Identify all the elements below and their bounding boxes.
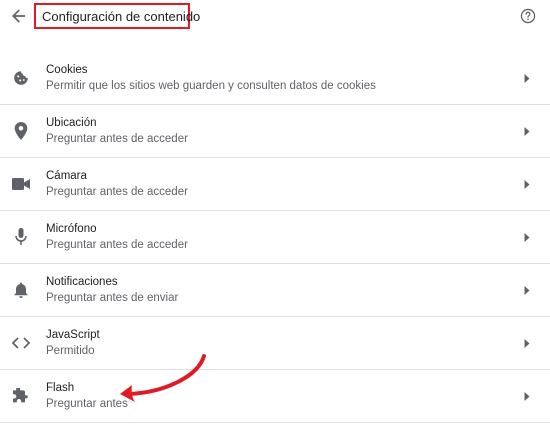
settings-row-status: Preguntar antes de acceder [46,186,188,198]
settings-row-status: Preguntar antes de acceder [46,133,188,145]
help-button[interactable] [518,6,538,26]
chevron-right-icon [522,231,532,243]
settings-row-notifications[interactable]: Notificaciones Preguntar antes de enviar [0,264,550,317]
content-settings-page: Configuración de contenido Cookies Permi… [0,0,550,430]
microphone-icon [12,228,30,246]
settings-row-camera[interactable]: Cámara Preguntar antes de acceder [0,158,550,211]
back-button[interactable] [8,5,30,27]
settings-row-label: Flash [46,382,75,394]
arrow-left-icon [12,9,26,23]
settings-row-status: Preguntar antes [46,398,128,410]
settings-list: Cookies Permitir que los sitios web guar… [0,52,550,423]
settings-row-flash[interactable]: Flash Preguntar antes [0,370,550,423]
settings-row-label: JavaScript [46,329,100,341]
settings-row-label: Micrófono [46,223,97,235]
chevron-right-icon [522,284,532,296]
settings-row-javascript[interactable]: JavaScript Permitido [0,317,550,370]
help-circle-icon [520,8,536,24]
settings-row-status: Permitir que los sitios web guarden y co… [46,80,376,92]
chevron-right-icon [522,125,532,137]
cookie-icon [12,69,30,87]
settings-row-status: Preguntar antes de acceder [46,239,188,251]
settings-row-status: Permitido [46,345,95,357]
header: Configuración de contenido [0,0,550,40]
chevron-right-icon [522,337,532,349]
code-icon [12,334,30,352]
settings-row-label: Notificaciones [46,276,118,288]
location-pin-icon [12,122,30,140]
bell-icon [12,281,30,299]
settings-row-status: Preguntar antes de enviar [46,292,179,304]
settings-row-location[interactable]: Ubicación Preguntar antes de acceder [0,105,550,158]
settings-row-label: Cámara [46,170,87,182]
puzzle-piece-icon [12,387,30,405]
settings-row-label: Ubicación [46,117,97,129]
settings-row-cookies[interactable]: Cookies Permitir que los sitios web guar… [0,52,550,105]
camera-icon [12,175,30,193]
settings-row-label: Cookies [46,64,88,76]
page-title: Configuración de contenido [34,3,200,29]
chevron-right-icon [522,178,532,190]
chevron-right-icon [522,390,532,402]
chevron-right-icon [522,72,532,84]
settings-row-microphone[interactable]: Micrófono Preguntar antes de acceder [0,211,550,264]
